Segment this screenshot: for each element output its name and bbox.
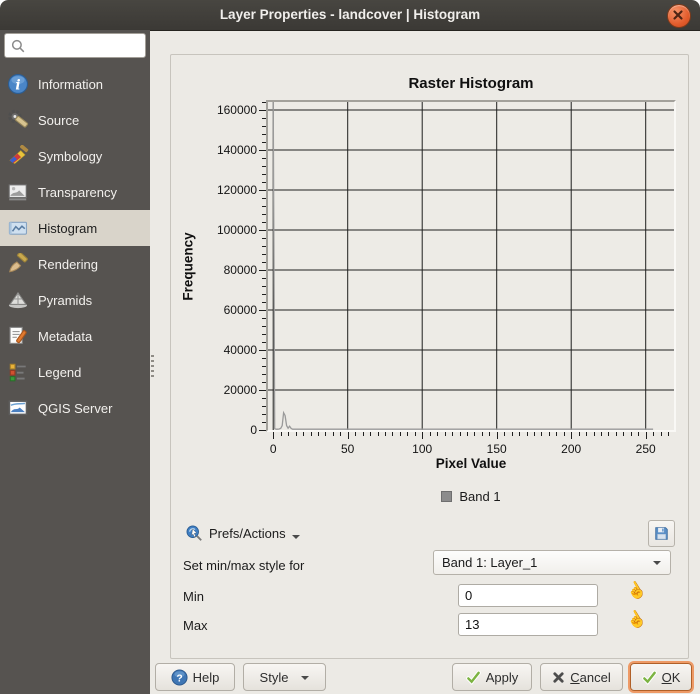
style-button[interactable]: Style <box>243 663 326 691</box>
window-title: Layer Properties - landcover | Histogram <box>0 0 700 30</box>
sidebar-item-label: Source <box>38 113 79 128</box>
splitter-handle[interactable] <box>151 355 154 379</box>
sidebar-nav: i Information Source <box>0 66 150 426</box>
sidebar-item-information[interactable]: i Information <box>0 66 150 102</box>
ok-label: OK <box>662 670 681 685</box>
chevron-down-icon <box>292 535 300 539</box>
histogram-series <box>268 102 674 430</box>
sidebar-item-label: Rendering <box>38 257 98 272</box>
information-icon: i <box>7 73 29 95</box>
prefs-actions-icon <box>185 524 203 542</box>
save-histogram-button[interactable] <box>648 520 675 547</box>
sidebar: i Information Source <box>0 30 150 694</box>
svg-text:?: ? <box>176 673 182 684</box>
max-label: Max <box>183 618 208 633</box>
qgis-server-icon <box>7 397 29 419</box>
sidebar-item-label: Symbology <box>38 149 102 164</box>
help-label: Help <box>193 670 220 685</box>
sidebar-item-pyramids[interactable]: Pyramids <box>0 282 150 318</box>
set-minmax-label: Set min/max style for <box>183 558 304 573</box>
sidebar-item-label: Legend <box>38 365 81 380</box>
sidebar-item-label: Information <box>38 77 103 92</box>
help-icon: ? <box>171 669 188 686</box>
close-button[interactable] <box>667 4 691 28</box>
y-axis-label: Frequency <box>181 192 196 342</box>
sidebar-item-rendering[interactable]: Rendering <box>0 246 150 282</box>
svg-text:i: i <box>15 77 20 93</box>
histogram-icon <box>7 217 29 239</box>
ok-button[interactable]: OK <box>630 663 692 691</box>
sidebar-item-label: Metadata <box>38 329 92 344</box>
x-icon <box>552 671 565 684</box>
search-input[interactable] <box>29 35 145 57</box>
sidebar-item-transparency[interactable]: Transparency <box>0 174 150 210</box>
band-select-value: Band 1: Layer_1 <box>442 555 537 570</box>
sidebar-item-label: Pyramids <box>38 293 92 308</box>
rendering-icon <box>7 253 29 275</box>
cancel-label: Cancel <box>570 670 610 685</box>
max-input[interactable] <box>458 613 598 636</box>
metadata-icon <box>7 325 29 347</box>
source-icon <box>7 109 29 131</box>
style-label: Style <box>260 670 289 685</box>
chevron-down-icon <box>301 676 309 680</box>
pick-max-icon[interactable]: ☝ <box>624 609 649 634</box>
legend-label-band1: Band 1 <box>459 489 500 504</box>
histogram-plot[interactable] <box>266 100 676 432</box>
sidebar-item-label: Transparency <box>38 185 117 200</box>
min-input[interactable] <box>458 584 598 607</box>
pick-min-icon[interactable]: ☝ <box>624 580 649 605</box>
legend-icon <box>7 361 29 383</box>
sidebar-item-legend[interactable]: Legend <box>0 354 150 390</box>
save-icon <box>653 525 670 542</box>
sidebar-item-label: QGIS Server <box>38 401 112 416</box>
chart-legend: Band 1 <box>266 489 676 504</box>
sidebar-item-qgis-server[interactable]: QGIS Server <box>0 390 150 426</box>
prefs-actions-button[interactable]: Prefs/Actions <box>181 520 304 546</box>
chart-title: Raster Histogram <box>266 75 676 92</box>
band-select[interactable]: Band 1: Layer_1 <box>433 550 671 575</box>
chevron-down-icon <box>653 561 661 565</box>
pyramids-icon <box>7 289 29 311</box>
transparency-icon <box>7 181 29 203</box>
x-axis-label: Pixel Value <box>266 456 676 471</box>
sidebar-item-symbology[interactable]: Symbology <box>0 138 150 174</box>
sidebar-item-label: Histogram <box>38 221 97 236</box>
check-icon <box>466 670 481 685</box>
help-button[interactable]: ? Help <box>155 663 235 691</box>
histogram-panel: Raster Histogram Frequency 0200004000060… <box>170 54 689 659</box>
legend-swatch-band1 <box>441 491 452 502</box>
apply-label: Apply <box>486 670 519 685</box>
sidebar-item-metadata[interactable]: Metadata <box>0 318 150 354</box>
sidebar-item-histogram[interactable]: Histogram <box>0 210 150 246</box>
layer-properties-dialog: Layer Properties - landcover | Histogram… <box>0 0 700 694</box>
check-icon <box>642 670 657 685</box>
apply-button[interactable]: Apply <box>452 663 532 691</box>
symbology-icon <box>7 145 29 167</box>
close-icon <box>668 5 688 25</box>
prefs-actions-label: Prefs/Actions <box>209 526 286 541</box>
cancel-button[interactable]: Cancel <box>540 663 623 691</box>
sidebar-item-source[interactable]: Source <box>0 102 150 138</box>
search-box <box>4 33 146 58</box>
titlebar[interactable]: Layer Properties - landcover | Histogram <box>0 0 700 31</box>
search-icon <box>10 38 27 55</box>
min-label: Min <box>183 589 204 604</box>
